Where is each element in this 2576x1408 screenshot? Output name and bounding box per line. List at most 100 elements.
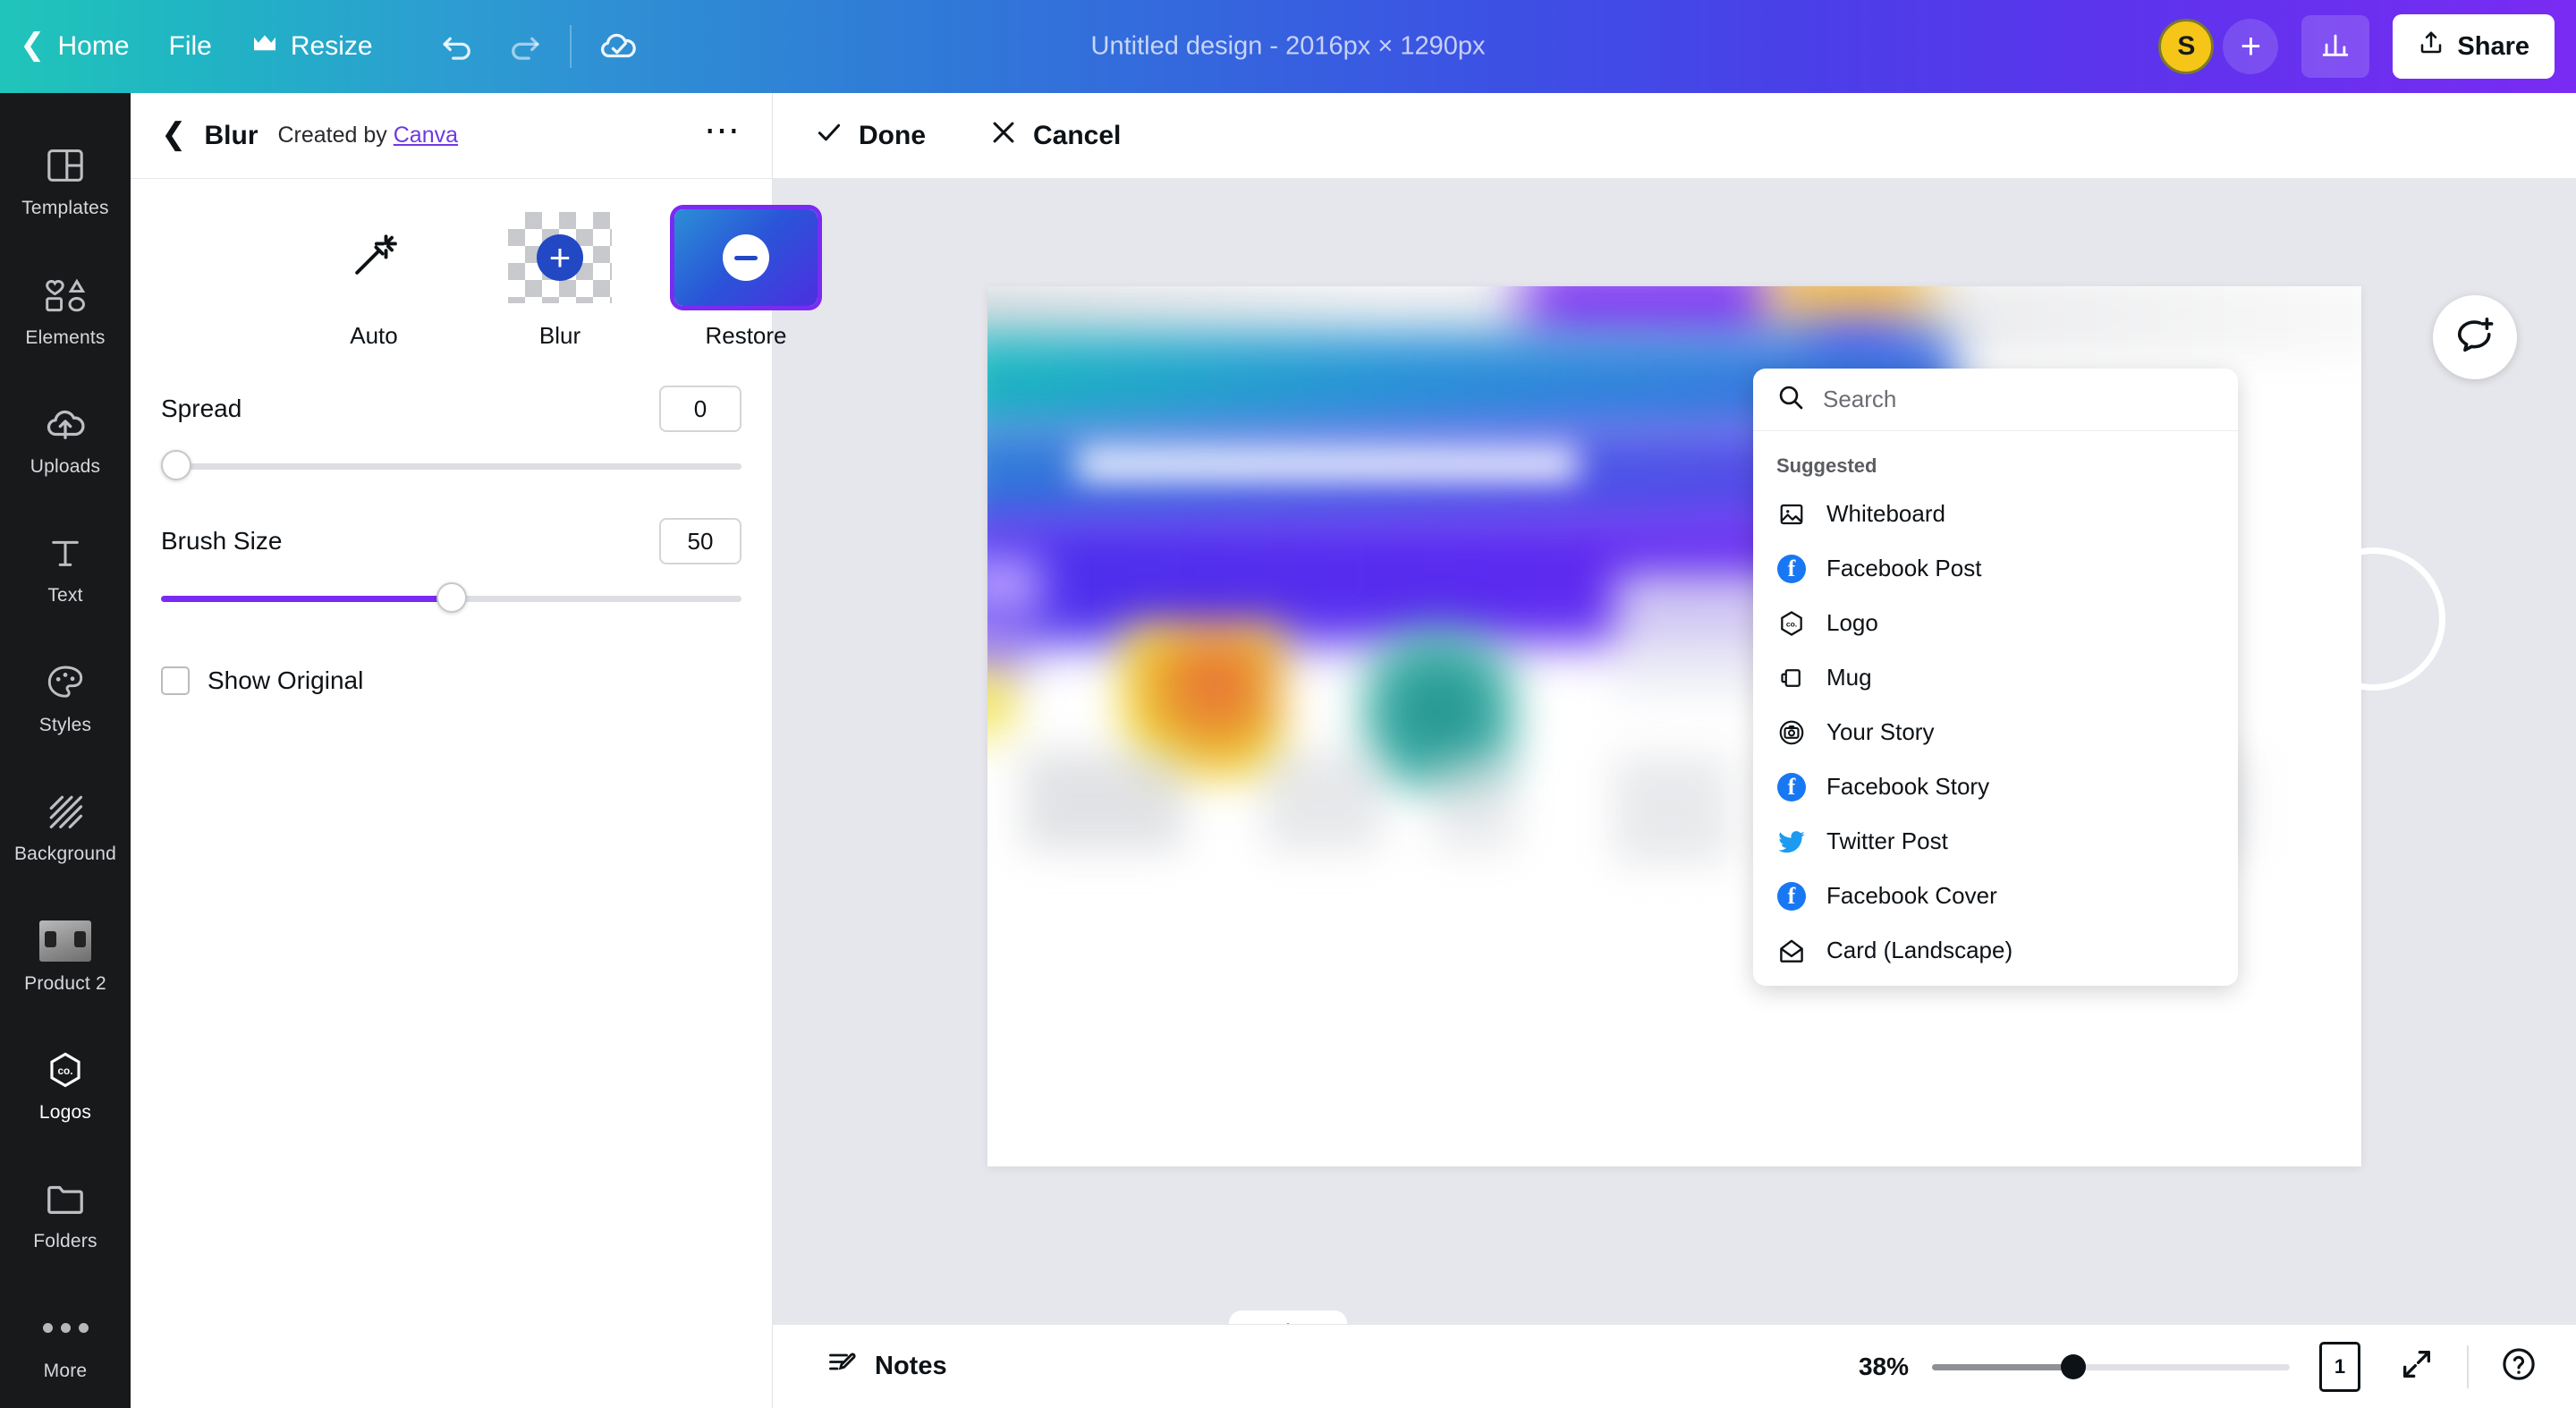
sidebar-item-label: More xyxy=(44,1361,88,1382)
sidebar-item-background[interactable]: Background xyxy=(0,762,131,891)
notes-button[interactable]: Notes xyxy=(800,1347,974,1387)
search-input[interactable] xyxy=(1823,386,2215,413)
share-button[interactable]: Share xyxy=(2393,14,2555,79)
artwork-blur-text xyxy=(1435,756,1515,850)
page-count-button[interactable]: 1 xyxy=(2313,1340,2367,1394)
dropdown-item-logo[interactable]: co. Logo xyxy=(1753,596,2238,650)
tool-restore[interactable]: Restore xyxy=(674,209,818,350)
spread-value-input[interactable]: 0 xyxy=(659,386,741,432)
design-type-suggestion-dropdown[interactable]: Suggested Whiteboard f Facebook Post co.… xyxy=(1753,369,2238,986)
notes-label: Notes xyxy=(875,1352,947,1381)
slider-thumb[interactable] xyxy=(161,450,191,480)
dropdown-item-label: Whiteboard xyxy=(1826,500,1945,528)
home-button[interactable]: ❮ Home xyxy=(0,0,149,93)
fullscreen-button[interactable] xyxy=(2390,1340,2444,1394)
add-comment-button[interactable] xyxy=(2433,295,2517,379)
dropdown-item-facebook-story[interactable]: f Facebook Story xyxy=(1753,759,2238,814)
hatch-icon xyxy=(46,788,85,835)
instagram-camera-icon xyxy=(1776,717,1807,748)
show-original-label: Show Original xyxy=(208,666,363,695)
file-menu-button[interactable]: File xyxy=(149,0,232,93)
brush-size-slider[interactable] xyxy=(161,582,741,615)
bar-chart-icon xyxy=(2320,30,2351,64)
cancel-button[interactable]: Cancel xyxy=(967,107,1142,165)
brush-size-control-row: Brush Size 50 xyxy=(161,518,741,564)
canvas-area[interactable] xyxy=(773,179,2576,1324)
dropdown-item-label: Facebook Post xyxy=(1826,555,1981,582)
facebook-icon: f xyxy=(1776,881,1807,912)
panel-author-line: Created by Canva xyxy=(278,123,459,148)
sidebar-item-label: Logos xyxy=(39,1102,91,1124)
dropdown-item-label: Your Story xyxy=(1826,718,1934,746)
undo-button[interactable] xyxy=(425,13,491,80)
sidebar-item-label: Styles xyxy=(39,715,91,736)
sidebar-item-logos[interactable]: co. Logos xyxy=(0,1021,131,1149)
redo-icon xyxy=(505,28,543,65)
sidebar-item-more[interactable]: More xyxy=(0,1279,131,1408)
search-row[interactable] xyxy=(1753,369,2238,431)
slider-thumb[interactable] xyxy=(436,582,467,613)
dropdown-item-card-landscape[interactable]: Card (Landscape) xyxy=(1753,923,2238,978)
author-link[interactable]: Canva xyxy=(394,123,458,148)
artwork-blur-band xyxy=(1077,445,1578,485)
sidebar-item-label: Product 2 xyxy=(24,973,106,995)
text-t-icon xyxy=(47,530,83,576)
bottombar-divider xyxy=(2467,1345,2469,1388)
home-label: Home xyxy=(58,31,130,62)
sidebar-item-label: Background xyxy=(14,844,116,865)
resize-label: Resize xyxy=(291,31,373,62)
dropdown-item-whiteboard[interactable]: Whiteboard xyxy=(1753,487,2238,541)
svg-text:co.: co. xyxy=(58,1065,73,1077)
tool-blur[interactable]: + Blur xyxy=(488,209,631,350)
sidebar-item-label: Templates xyxy=(21,198,109,219)
page-number: 1 xyxy=(2334,1355,2345,1378)
spread-slider[interactable] xyxy=(161,450,741,482)
invite-collaborator-button[interactable]: + xyxy=(2223,19,2278,74)
zoom-slider[interactable] xyxy=(1932,1353,2290,1380)
avatar[interactable]: S xyxy=(2158,19,2214,74)
x-icon xyxy=(988,117,1019,155)
redo-button[interactable] xyxy=(491,13,557,80)
done-button[interactable]: Done xyxy=(792,107,947,165)
expand-arrows-icon xyxy=(2399,1346,2435,1387)
design-title: Untitled design - 2016px × 1290px xyxy=(1091,32,1486,62)
help-button[interactable] xyxy=(2492,1340,2546,1394)
dropdown-item-label: Mug xyxy=(1826,664,1872,691)
upload-icon xyxy=(2418,30,2445,64)
show-original-checkbox[interactable]: Show Original xyxy=(161,666,741,695)
zoom-thumb[interactable] xyxy=(2061,1354,2086,1379)
dropdown-item-label: Logo xyxy=(1826,609,1878,637)
dropdown-item-facebook-post[interactable]: f Facebook Post xyxy=(1753,541,2238,596)
left-rail: Templates Elements Uploads Text Styles B… xyxy=(0,93,131,1408)
panel-more-button[interactable]: ⋯ xyxy=(704,123,741,148)
templates-icon xyxy=(46,142,85,189)
sidebar-item-text[interactable]: Text xyxy=(0,504,131,632)
sidebar-item-folders[interactable]: Folders xyxy=(0,1149,131,1278)
sidebar-item-templates[interactable]: Templates xyxy=(0,116,131,245)
sidebar-item-styles[interactable]: Styles xyxy=(0,633,131,762)
dropdown-item-twitter-post[interactable]: Twitter Post xyxy=(1753,814,2238,869)
insights-button[interactable] xyxy=(2301,15,2369,78)
panel-back-button[interactable]: ❮ xyxy=(161,119,187,149)
zoom-fill xyxy=(1932,1364,2068,1370)
sidebar-item-elements[interactable]: Elements xyxy=(0,245,131,374)
dropdown-item-facebook-cover[interactable]: f Facebook Cover xyxy=(1753,869,2238,923)
resize-button[interactable]: Resize xyxy=(232,0,393,93)
done-label: Done xyxy=(859,121,926,151)
panel-controls: Spread 0 Brush Size 50 Show Original xyxy=(131,386,772,695)
brush-size-value-input[interactable]: 50 xyxy=(659,518,741,564)
blur-plus-icon: + xyxy=(508,212,612,303)
created-by-label: Created by xyxy=(278,123,387,148)
sidebar-item-label: Uploads xyxy=(30,456,100,478)
dropdown-item-your-story[interactable]: Your Story xyxy=(1753,705,2238,759)
tool-auto[interactable]: Auto xyxy=(302,209,445,350)
artwork-blur-text xyxy=(1614,756,1730,863)
top-toolbar: ❮ Home File Resize Untitled design - 201… xyxy=(0,0,2576,93)
cloud-save-status-button[interactable] xyxy=(584,13,650,80)
dropdown-item-mug[interactable]: Mug xyxy=(1753,650,2238,705)
sidebar-item-product-2[interactable]: Product 2 xyxy=(0,891,131,1020)
dropdown-item-label: Facebook Story xyxy=(1826,773,1989,801)
sidebar-item-uploads[interactable]: Uploads xyxy=(0,375,131,504)
magic-wand-icon xyxy=(348,230,400,286)
tool-blur-thumb: + xyxy=(488,209,631,306)
